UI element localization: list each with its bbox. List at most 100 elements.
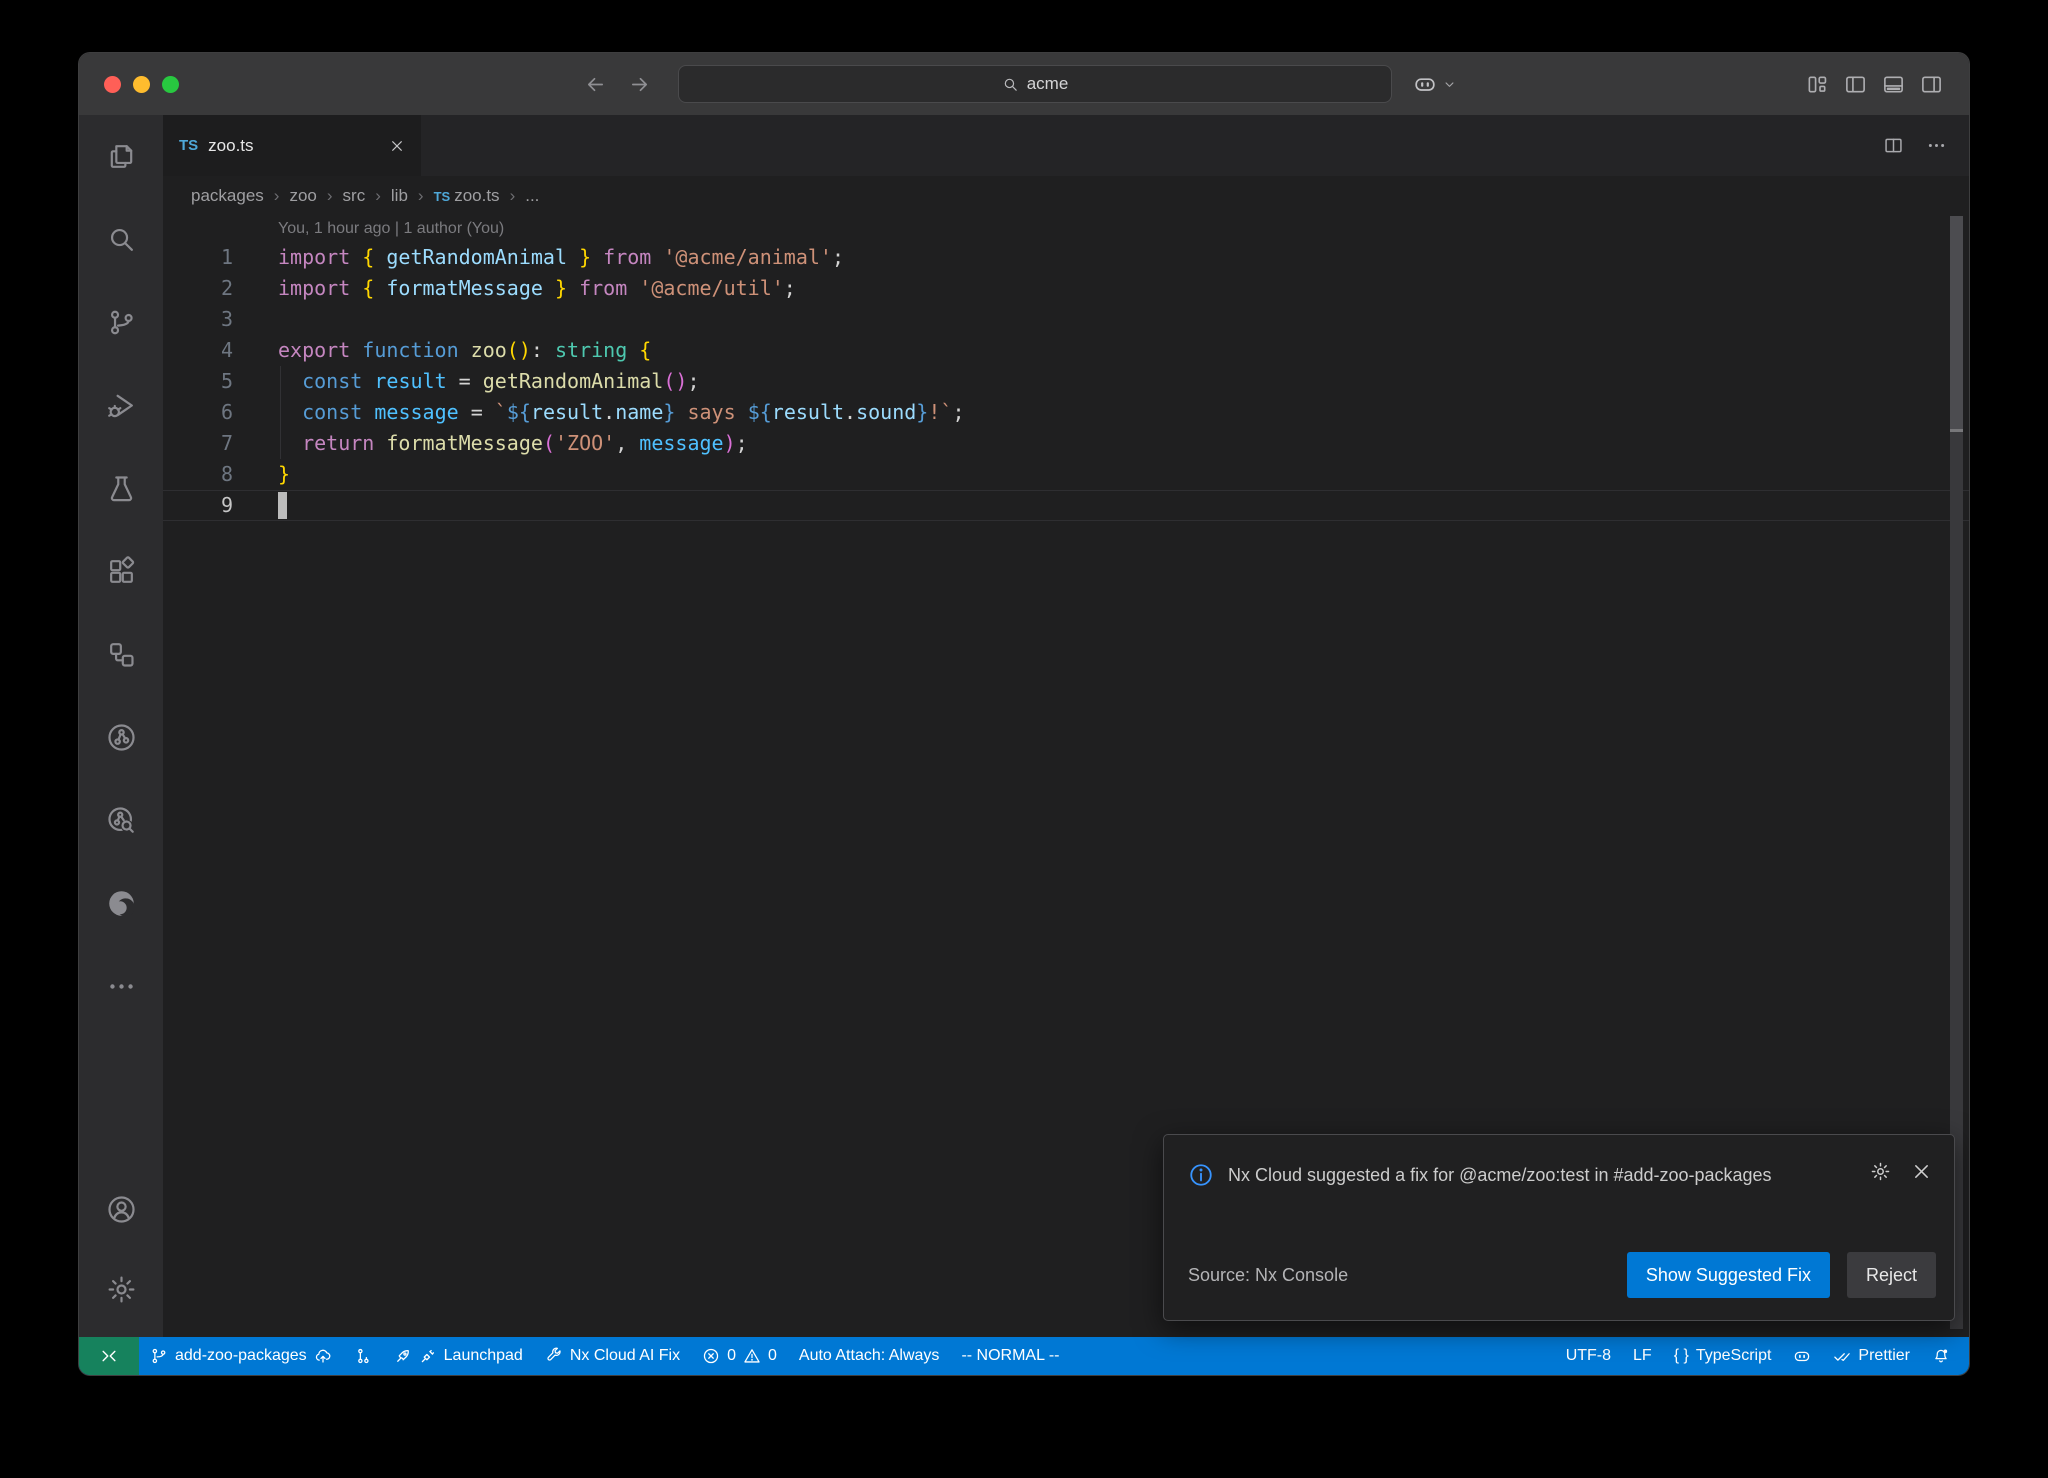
chevron-down-icon xyxy=(1442,77,1457,92)
project-graph-icon xyxy=(106,722,137,753)
show-suggested-fix-button[interactable]: Show Suggested Fix xyxy=(1627,1252,1830,1298)
status-bar-right: UTF-8LF{ }TypeScript Prettier xyxy=(1555,1337,1969,1375)
activity-project-graph[interactable] xyxy=(79,696,163,779)
cloud-upload-icon xyxy=(314,1347,332,1365)
activity-graph-search[interactable] xyxy=(79,779,163,862)
launchpad-item[interactable]: Launchpad xyxy=(383,1337,534,1375)
breadcrumb-item-lib[interactable]: lib xyxy=(391,186,408,206)
editor-actions xyxy=(1883,115,1947,176)
code-line-5[interactable]: 5 const result = getRandomAnimal(); xyxy=(163,366,1969,397)
activity-run-debug[interactable] xyxy=(79,364,163,447)
problems-item[interactable]: 00 xyxy=(691,1337,788,1375)
more-actions-button[interactable] xyxy=(1926,135,1947,156)
ts-file-icon: TS xyxy=(179,137,198,154)
toggle-primary-sidebar-button[interactable] xyxy=(1844,73,1867,96)
breadcrumb-item-zoo[interactable]: zoo xyxy=(289,186,316,206)
command-center-search[interactable]: acme xyxy=(678,65,1392,103)
activity-explorer[interactable] xyxy=(79,115,163,198)
activity-nx-console[interactable] xyxy=(79,613,163,696)
wrench-icon xyxy=(545,1347,563,1365)
scrollbar-thumb[interactable] xyxy=(1950,216,1963,429)
split-editor-button[interactable] xyxy=(1883,135,1904,156)
remote-indicator[interactable] xyxy=(79,1337,139,1375)
auto-attach-item[interactable]: Auto Attach: Always xyxy=(788,1337,951,1375)
problems-item-label: 0 xyxy=(768,1347,777,1365)
copilot-menu[interactable] xyxy=(1413,53,1457,115)
reject-button[interactable]: Reject xyxy=(1847,1252,1936,1298)
prettier-item[interactable]: Prettier xyxy=(1822,1337,1921,1375)
toggle-secondary-sidebar-button[interactable] xyxy=(1920,73,1943,96)
breadcrumb-label: src xyxy=(343,186,366,206)
debug-icon xyxy=(106,390,137,421)
settings-button[interactable] xyxy=(79,1249,163,1329)
code-line-6[interactable]: 6 const message = `${result.name} says $… xyxy=(163,397,1969,428)
window-controls xyxy=(104,76,179,93)
code-line-7[interactable]: 7 return formatMessage('ZOO', message); xyxy=(163,428,1969,459)
back-button[interactable] xyxy=(584,73,607,96)
double-check-icon xyxy=(1833,1347,1851,1365)
breadcrumb-label: zoo xyxy=(289,186,316,206)
line-number: 3 xyxy=(163,304,233,335)
code-line-content: const message = `${result.name} says ${r… xyxy=(233,397,964,428)
nx-cloud-ai-fix-item[interactable]: Nx Cloud AI Fix xyxy=(534,1337,691,1375)
search-value: acme xyxy=(1027,74,1069,94)
activity-extensions[interactable] xyxy=(79,530,163,613)
ellipsis-icon xyxy=(106,971,137,1002)
forward-button[interactable] xyxy=(628,73,651,96)
breadcrumb-item-packages[interactable]: packages xyxy=(191,186,264,206)
notifications-bell-item[interactable] xyxy=(1921,1337,1961,1375)
graph-search-icon xyxy=(106,805,137,836)
breadcrumb-item-src[interactable]: src xyxy=(343,186,366,206)
git-branch-item-label: add-zoo-packages xyxy=(175,1347,307,1365)
encoding-item[interactable]: UTF-8 xyxy=(1555,1337,1622,1375)
tab-zoo-ts[interactable]: TS zoo.ts xyxy=(163,115,421,176)
vscode-window: acme TS zoo.ts packages›zoo›src›lib›TSzo… xyxy=(78,52,1970,1376)
remote-icon xyxy=(99,1346,119,1366)
code-line-1[interactable]: 1import { getRandomAnimal } from '@acme/… xyxy=(163,242,1969,273)
code-line-8[interactable]: 8} xyxy=(163,459,1969,490)
code-line-2[interactable]: 2import { formatMessage } from '@acme/ut… xyxy=(163,273,1969,304)
rocket-icon xyxy=(394,1347,412,1365)
notification-settings-gear-icon[interactable] xyxy=(1870,1161,1891,1182)
language-mode-item[interactable]: { }TypeScript xyxy=(1663,1337,1783,1375)
settings-gear-icon xyxy=(106,1274,137,1305)
vim-mode-item[interactable]: -- NORMAL -- xyxy=(950,1337,1070,1375)
code-line-4[interactable]: 4export function zoo(): string { xyxy=(163,335,1969,366)
line-number: 4 xyxy=(163,335,233,366)
activity-source-control[interactable] xyxy=(79,281,163,364)
history-nav xyxy=(584,53,651,115)
launchpad-item-label: Launchpad xyxy=(444,1347,523,1365)
nx-cloud-ai-fix-item-label: Nx Cloud AI Fix xyxy=(570,1347,680,1365)
commit-graph-item[interactable] xyxy=(343,1337,383,1375)
zoom-button[interactable] xyxy=(162,76,179,93)
code-line-9[interactable]: 9 xyxy=(163,490,1969,521)
search-icon xyxy=(1002,76,1019,93)
activity-testing[interactable] xyxy=(79,447,163,530)
code-line-content: } xyxy=(233,459,290,490)
copilot-status-item[interactable] xyxy=(1782,1337,1822,1375)
close-tab-icon[interactable] xyxy=(389,138,405,154)
git-branch-item[interactable]: add-zoo-packages xyxy=(139,1337,343,1375)
eol-item[interactable]: LF xyxy=(1622,1337,1663,1375)
code-line-content: import { formatMessage } from '@acme/uti… xyxy=(233,273,796,304)
customize-layout-button[interactable] xyxy=(1806,73,1829,96)
breadcrumb-separator: › xyxy=(274,186,280,206)
toggle-panel-button[interactable] xyxy=(1882,73,1905,96)
breadcrumb-item-zoo-ts[interactable]: TSzoo.ts xyxy=(434,186,500,206)
activity-edge-browser[interactable] xyxy=(79,862,163,945)
notification-close-icon[interactable] xyxy=(1911,1161,1932,1182)
activity-more[interactable] xyxy=(79,945,163,1028)
activity-search[interactable] xyxy=(79,198,163,281)
titlebar: acme xyxy=(79,53,1969,115)
info-icon xyxy=(1188,1162,1214,1188)
minimize-button[interactable] xyxy=(133,76,150,93)
line-number: 9 xyxy=(163,490,233,521)
code-line-3[interactable]: 3 xyxy=(163,304,1969,335)
breadcrumb-item--[interactable]: ... xyxy=(525,186,539,206)
edge-icon xyxy=(106,888,137,919)
accounts-button[interactable] xyxy=(79,1169,163,1249)
line-number: 2 xyxy=(163,273,233,304)
close-button[interactable] xyxy=(104,76,121,93)
text-cursor xyxy=(278,492,287,519)
files-icon xyxy=(106,141,137,172)
